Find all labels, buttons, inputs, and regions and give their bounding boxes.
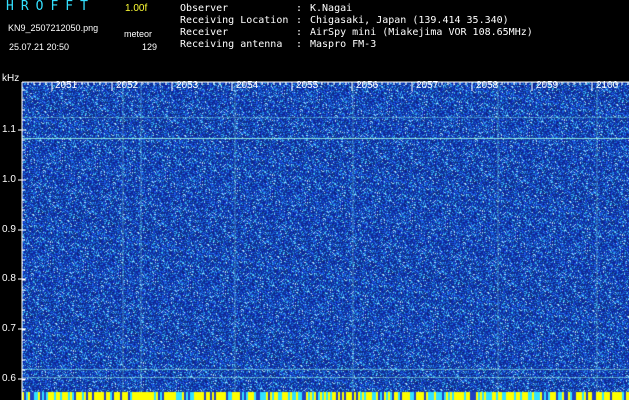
y-tick-label: 0.6 [2, 373, 16, 384]
x-tick-label: 2053 [176, 80, 199, 91]
x-tick-label: 2055 [296, 80, 319, 91]
x-tick-label: 2059 [536, 80, 559, 91]
y-tick-label: 0.9 [2, 224, 16, 235]
x-tick-label: 2051 [55, 80, 78, 91]
spectrogram-axes [18, 81, 629, 400]
hrofft-window: HROFFT 1.00f KN9_2507212050.png meteor 2… [0, 0, 629, 400]
x-tick-label: 2054 [236, 80, 259, 91]
y-axis-unit: kHz [2, 73, 20, 84]
y-tick-label: 0.8 [2, 273, 16, 284]
y-tick-label: 1.1 [2, 124, 16, 135]
x-tick-label: 2058 [476, 80, 499, 91]
x-tick-label: 2057 [416, 80, 439, 91]
x-tick-label: 2056 [356, 80, 379, 91]
x-tick-label: 2052 [116, 80, 139, 91]
y-tick-label: 1.0 [2, 174, 16, 185]
x-tick-label: 2100 [596, 80, 619, 91]
y-tick-label: 0.7 [2, 323, 16, 334]
